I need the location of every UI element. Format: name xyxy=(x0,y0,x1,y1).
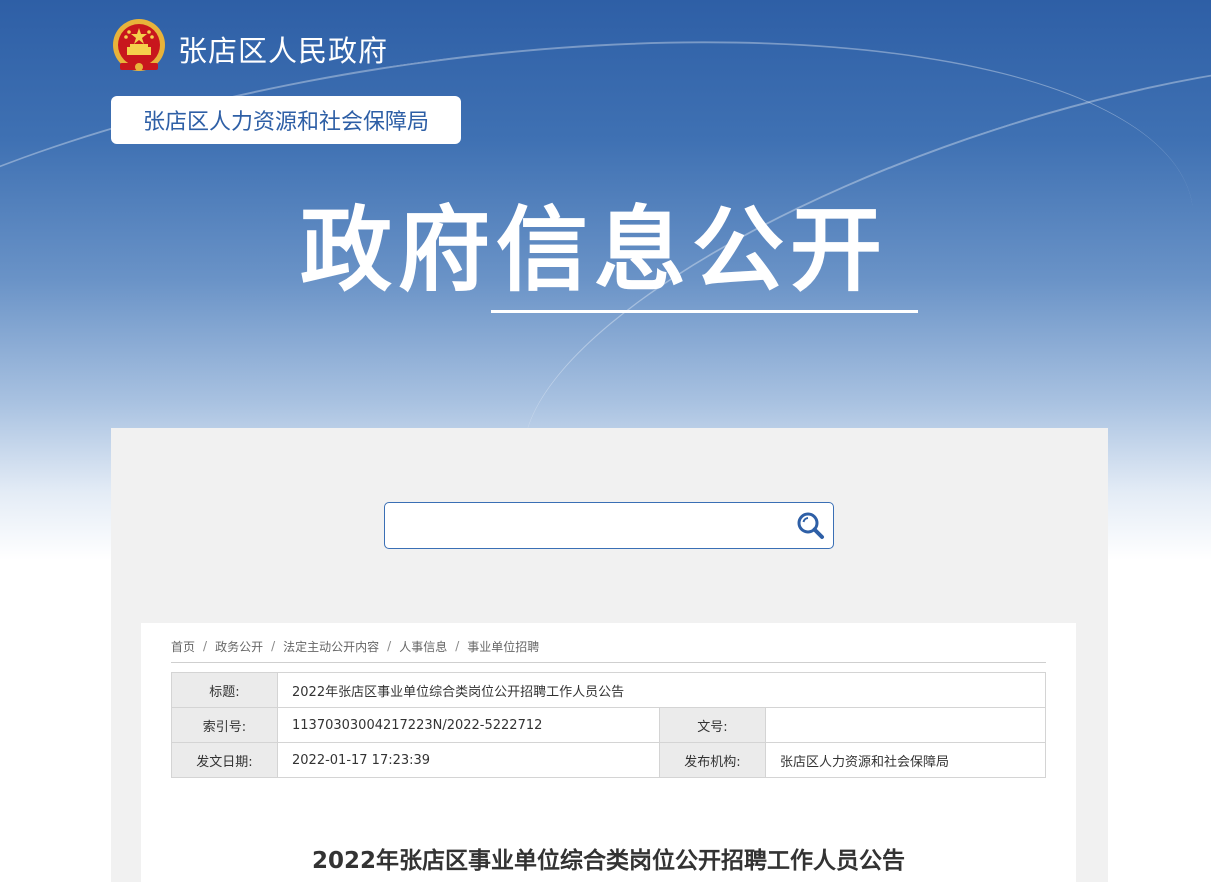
breadcrumb-home[interactable]: 首页 xyxy=(171,638,195,655)
docno-value xyxy=(765,707,1046,743)
title-value: 2022年张店区事业单位综合类岗位公开招聘工作人员公告 xyxy=(277,672,1046,708)
breadcrumb-gov-affairs[interactable]: 政务公开 xyxy=(215,638,263,655)
main-panel: 首页 / 政务公开 / 法定主动公开内容 / 人事信息 / 事业单位招聘 标题:… xyxy=(111,428,1108,882)
breadcrumb-separator: / xyxy=(455,639,460,653)
index-value: 11370303004217223N/2022-5222712 xyxy=(277,707,660,743)
date-label: 发文日期: xyxy=(171,742,278,778)
national-emblem-icon[interactable] xyxy=(110,17,168,77)
department-name: 张店区人力资源和社会保障局 xyxy=(142,110,429,135)
search-icon[interactable] xyxy=(795,510,827,542)
breadcrumb-personnel-info[interactable]: 人事信息 xyxy=(399,638,447,655)
breadcrumb-recruitment[interactable]: 事业单位招聘 xyxy=(467,638,539,655)
department-link[interactable]: 张店区人力资源和社会保障局 xyxy=(111,96,461,144)
date-value: 2022-01-17 17:23:39 xyxy=(277,742,660,778)
breadcrumb-separator: / xyxy=(271,639,276,653)
table-row: 标题: 2022年张店区事业单位综合类岗位公开招聘工作人员公告 xyxy=(171,672,1046,708)
index-label: 索引号: xyxy=(171,707,278,743)
banner-title: 政府信息公开 xyxy=(300,197,889,304)
breadcrumb-separator: / xyxy=(203,639,208,653)
article-container: 首页 / 政务公开 / 法定主动公开内容 / 人事信息 / 事业单位招聘 标题:… xyxy=(141,623,1076,882)
site-name[interactable]: 张店区人民政府 xyxy=(178,28,388,70)
title-label: 标题: xyxy=(171,672,278,708)
org-value: 张店区人力资源和社会保障局 xyxy=(765,742,1046,778)
table-row: 发文日期: 2022-01-17 17:23:39 发布机构: 张店区人力资源和… xyxy=(171,742,1046,778)
breadcrumb: 首页 / 政务公开 / 法定主动公开内容 / 人事信息 / 事业单位招聘 xyxy=(171,630,1046,663)
banner-title-underline xyxy=(491,310,918,313)
article-title: 2022年张店区事业单位综合类岗位公开招聘工作人员公告 xyxy=(311,848,905,874)
org-label: 发布机构: xyxy=(659,742,766,778)
breadcrumb-separator: / xyxy=(387,639,392,653)
document-info-table: 标题: 2022年张店区事业单位综合类岗位公开招聘工作人员公告 索引号: 113… xyxy=(171,672,1046,778)
docno-label: 文号: xyxy=(659,707,766,743)
search-input[interactable] xyxy=(393,509,787,543)
breadcrumb-statutory-content[interactable]: 法定主动公开内容 xyxy=(283,638,379,655)
search-box xyxy=(384,502,834,549)
table-row: 索引号: 11370303004217223N/2022-5222712 文号: xyxy=(171,707,1046,743)
